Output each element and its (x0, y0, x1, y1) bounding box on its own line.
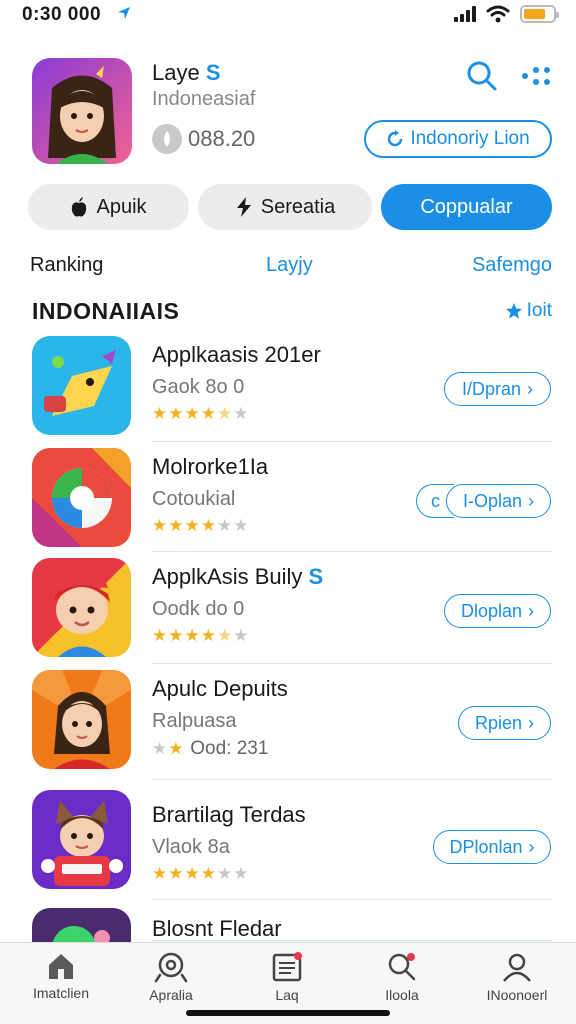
app-subtitle: Ralpuasa (152, 710, 237, 732)
nav-item-list[interactable]: Laq (232, 951, 342, 1003)
app-title: Molrorke1Ia (152, 454, 269, 479)
star-icon (505, 303, 522, 319)
section-see-all-link[interactable]: Ioit (505, 300, 552, 322)
rating-text: Ood: 231 (190, 738, 269, 759)
get-button[interactable]: DPlonlan › (433, 830, 551, 864)
list-icon (272, 952, 302, 982)
chevron-right-icon: › (527, 378, 534, 399)
count-value: 088.20 (188, 126, 256, 151)
rating-stars: ★★★★★★ (152, 404, 250, 423)
search-notify-icon (388, 953, 416, 981)
app-header: Laye S Indoneasiaf 088.20 Indonoriy Lion (0, 58, 576, 168)
segment-popular[interactable]: Coppualar (381, 184, 552, 230)
chevron-right-icon: › (528, 836, 535, 857)
nav-item-profile[interactable]: INoonoerl (462, 951, 572, 1003)
get-button[interactable]: Dloplan › (444, 594, 551, 628)
bolt-icon (236, 197, 251, 217)
app-title: Apulc Depuits (152, 676, 288, 701)
app-icon (32, 670, 131, 769)
app-icon (32, 558, 131, 657)
app-subtitle: Vlaok 8a (152, 836, 230, 858)
section-title: INDONAIIAIS (32, 298, 180, 324)
chevron-right-icon: › (528, 712, 535, 733)
segment-featured[interactable]: Sereatia (198, 184, 372, 230)
app-subtitle: Indoneasiaf (152, 88, 256, 110)
list-item[interactable]: Apulc Depuits Ralpuasa ★★ Ood: 231 Rpien… (0, 664, 576, 780)
home-icon (49, 954, 73, 979)
app-avatar (32, 58, 132, 164)
chevron-right-icon: › (528, 490, 535, 511)
install-label: Indonoriy Lion (410, 128, 530, 149)
app-icon (32, 908, 131, 942)
rating-stars: ★★★★★★ (152, 626, 250, 645)
profile-icon (503, 953, 531, 982)
location-icon (118, 7, 130, 19)
install-button[interactable]: Indonoriy Lion (364, 120, 552, 158)
tab-layjy[interactable]: Layjy (266, 254, 313, 277)
tab-safemgo[interactable]: Safemgo (472, 254, 552, 277)
app-icon (32, 448, 131, 547)
app-title: ApplkAsis Buily S (152, 564, 324, 589)
app-icon (32, 336, 131, 435)
app-icon (32, 790, 131, 889)
nav-item-explore[interactable]: Apralia (116, 951, 226, 1003)
list-item[interactable]: Applkaasis 201er Gaok 8o 0 ★★★★★★ I/Dpra… (0, 330, 576, 442)
chevron-right-icon: › (528, 600, 535, 621)
home-indicator (186, 1010, 390, 1016)
signal-icon (454, 6, 476, 22)
status-time: 0:30 000 (22, 4, 102, 25)
app-count: 088.20 (152, 124, 255, 154)
app-subtitle: Cotoukial (152, 488, 236, 510)
wifi-icon (486, 5, 510, 23)
list-item[interactable]: Brartilag Terdas Vlaok 8a ★★★★★★ DPlonla… (0, 780, 576, 900)
download-count-icon (152, 124, 182, 154)
list-item[interactable]: ApplkAsis Buily S Oodk do 0 ★★★★★★ Dlopl… (0, 552, 576, 664)
list-item[interactable]: Blosnt Fledar (0, 900, 576, 942)
get-button[interactable]: I/Dpran › (444, 372, 551, 406)
ranking-tabs: Ranking Layjy Safemgo (0, 254, 576, 280)
refresh-icon (388, 130, 403, 147)
app-title: Blosnt Fledar (152, 916, 282, 941)
nav-item-search[interactable]: Iloola (347, 951, 457, 1003)
segment-apple[interactable]: Apuik (28, 184, 189, 230)
app-title: Laye S (152, 60, 221, 85)
app-title: Brartilag Terdas (152, 802, 306, 827)
nav-item-home[interactable]: Imatclien (6, 951, 116, 1001)
battery-level (524, 9, 545, 19)
rating-stars: ★★ Ood: 231 (152, 738, 269, 759)
divider (152, 940, 552, 941)
status-icons (454, 5, 559, 23)
search-icon[interactable] (466, 60, 498, 92)
rating-stars: ★★★★★★ (152, 864, 250, 883)
apple-icon (72, 197, 87, 217)
app-subtitle: Oodk do 0 (152, 598, 245, 620)
status-bar: 0:30 000 (0, 0, 576, 30)
get-button[interactable]: I-Oplan › (446, 484, 551, 518)
rating-stars: ★★★★★★ (152, 516, 250, 535)
explore-icon (154, 952, 188, 983)
tab-ranking[interactable]: Ranking (30, 254, 103, 277)
list-item[interactable]: Molrorke1Ia Cotoukial ★★★★★★ c I-Oplan › (0, 442, 576, 552)
battery-icon (520, 5, 559, 23)
more-icon[interactable] (520, 66, 552, 86)
get-button[interactable]: Rpien › (458, 706, 551, 740)
app-title: Applkaasis 201er (152, 342, 321, 367)
segment-row: Apuik Sereatia Coppualar (28, 184, 552, 230)
app-subtitle: Gaok 8o 0 (152, 376, 245, 398)
verified-badge: S (308, 564, 324, 589)
verified-badge: S (205, 60, 221, 85)
